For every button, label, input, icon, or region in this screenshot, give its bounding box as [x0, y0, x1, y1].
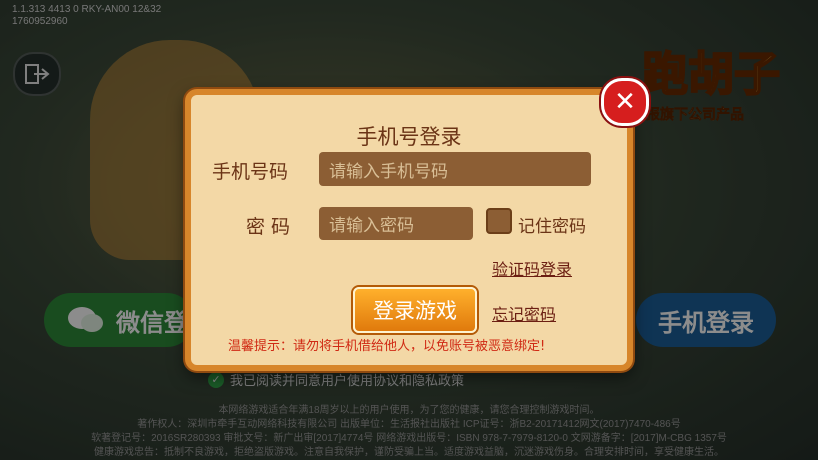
password-input[interactable]: 请输入密码 [319, 207, 473, 240]
sms-login-link[interactable]: 验证码登录 [492, 256, 572, 280]
warm-tip: 温馨提示：请勿将手机借给他人，以免账号被恶意绑定! [228, 339, 546, 354]
close-button[interactable]: ✕ [601, 78, 649, 126]
remember-password-checkbox[interactable] [486, 208, 512, 234]
password-label: 密 码 [246, 216, 291, 238]
phone-label: 手机号码 [212, 161, 289, 183]
login-game-button[interactable]: 登录游戏 [353, 287, 477, 333]
forgot-password-link[interactable]: 忘记密码 [492, 301, 556, 325]
remember-password-label[interactable]: 记住密码 [518, 212, 586, 237]
phone-input[interactable]: 请输入手机号码 [319, 152, 591, 186]
close-icon: ✕ [614, 87, 636, 117]
dialog-title: 手机号登录 [356, 125, 462, 149]
